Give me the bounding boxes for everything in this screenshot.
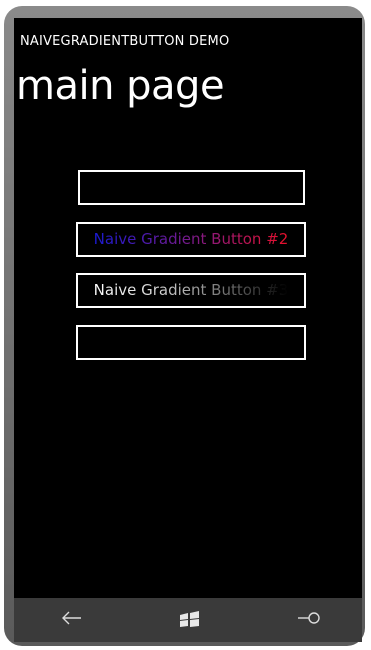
naive-gradient-button-4[interactable] [76, 325, 306, 360]
page-title: main page [16, 63, 225, 109]
app-title: NAIVEGRADIENTBUTTON DEMO [20, 34, 230, 49]
back-arrow-icon[interactable] [60, 608, 84, 634]
naive-gradient-button-1[interactable] [78, 170, 305, 205]
search-icon[interactable] [296, 608, 322, 634]
windows-start-icon[interactable] [178, 610, 202, 636]
button-2-label: Naive Gradient Button #2 [93, 230, 289, 248]
naive-gradient-button-2[interactable]: Naive Gradient Button #2 [76, 222, 306, 257]
naive-gradient-button-3[interactable]: Naive Gradient Button #3 [76, 273, 306, 308]
button-3-label: Naive Gradient Button #3 [93, 281, 289, 299]
